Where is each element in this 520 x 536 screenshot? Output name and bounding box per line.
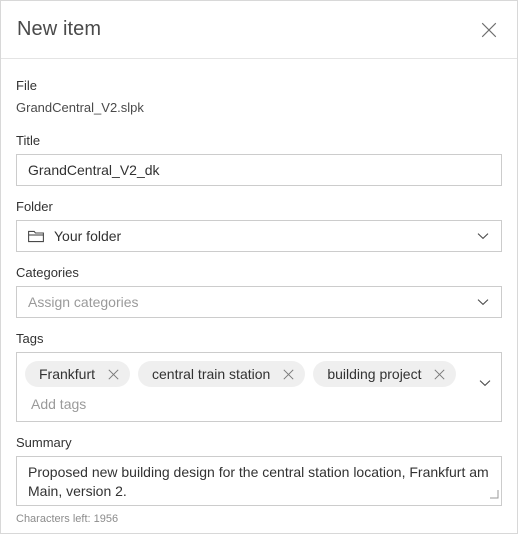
tags-input[interactable]: Add tags xyxy=(25,387,493,415)
title-input[interactable]: GrandCentral_V2_dk xyxy=(16,154,502,186)
tag-chip[interactable]: central train station xyxy=(138,361,306,387)
characters-left: Characters left: 1956 xyxy=(16,513,119,525)
tags-label: Tags xyxy=(16,331,44,346)
folder-icon xyxy=(28,229,44,244)
page-title: New item xyxy=(17,18,102,40)
resize-handle-icon[interactable] xyxy=(489,485,499,504)
chevron-down-icon[interactable] xyxy=(477,375,493,391)
file-name: GrandCentral_V2.slpk xyxy=(16,100,144,115)
close-icon xyxy=(481,22,497,38)
summary-label: Summary xyxy=(16,435,72,450)
folder-field-group: Folder Your folder xyxy=(16,198,502,252)
title-label: Title xyxy=(16,133,41,148)
title-field-group: Title GrandCentral_V2_dk xyxy=(16,132,502,186)
categories-field-group: Categories Assign categories xyxy=(16,264,502,318)
close-icon[interactable] xyxy=(104,365,122,383)
categories-placeholder: Assign categories xyxy=(28,294,139,310)
tag-chip[interactable]: building project xyxy=(313,361,457,387)
title-input-value: GrandCentral_V2_dk xyxy=(28,162,160,178)
file-label: File xyxy=(16,78,37,93)
tag-label: Frankfurt xyxy=(39,366,96,382)
chevron-down-icon xyxy=(475,294,491,310)
categories-label: Categories xyxy=(16,265,79,280)
chevron-down-icon xyxy=(475,228,491,244)
folder-label: Folder xyxy=(16,199,53,214)
tags-field-group: Tags Frankfurt central train station bui… xyxy=(16,330,502,422)
dialog-header: New item xyxy=(1,1,517,59)
summary-textarea[interactable]: Proposed new building design for the cen… xyxy=(16,456,502,506)
summary-text: Proposed new building design for the cen… xyxy=(28,464,489,499)
tags-box[interactable]: Frankfurt central train station building… xyxy=(16,352,502,422)
tag-label: central train station xyxy=(152,366,271,382)
folder-select-value: Your folder xyxy=(54,228,122,244)
tag-chip[interactable]: Frankfurt xyxy=(25,361,131,387)
close-icon[interactable] xyxy=(430,365,448,383)
categories-select[interactable]: Assign categories xyxy=(16,286,502,318)
close-icon[interactable] xyxy=(279,365,297,383)
file-block: File GrandCentral_V2.slpk xyxy=(16,77,502,117)
tags-list: Frankfurt central train station building… xyxy=(25,361,493,387)
close-button[interactable] xyxy=(473,14,505,46)
dialog-body: File GrandCentral_V2.slpk Title GrandCen… xyxy=(1,59,517,527)
summary-field-group: Summary Proposed new building design for… xyxy=(16,434,502,527)
folder-select[interactable]: Your folder xyxy=(16,220,502,252)
new-item-dialog: New item File GrandCentral_V2.slpk Title… xyxy=(0,0,518,534)
tag-label: building project xyxy=(327,366,422,382)
